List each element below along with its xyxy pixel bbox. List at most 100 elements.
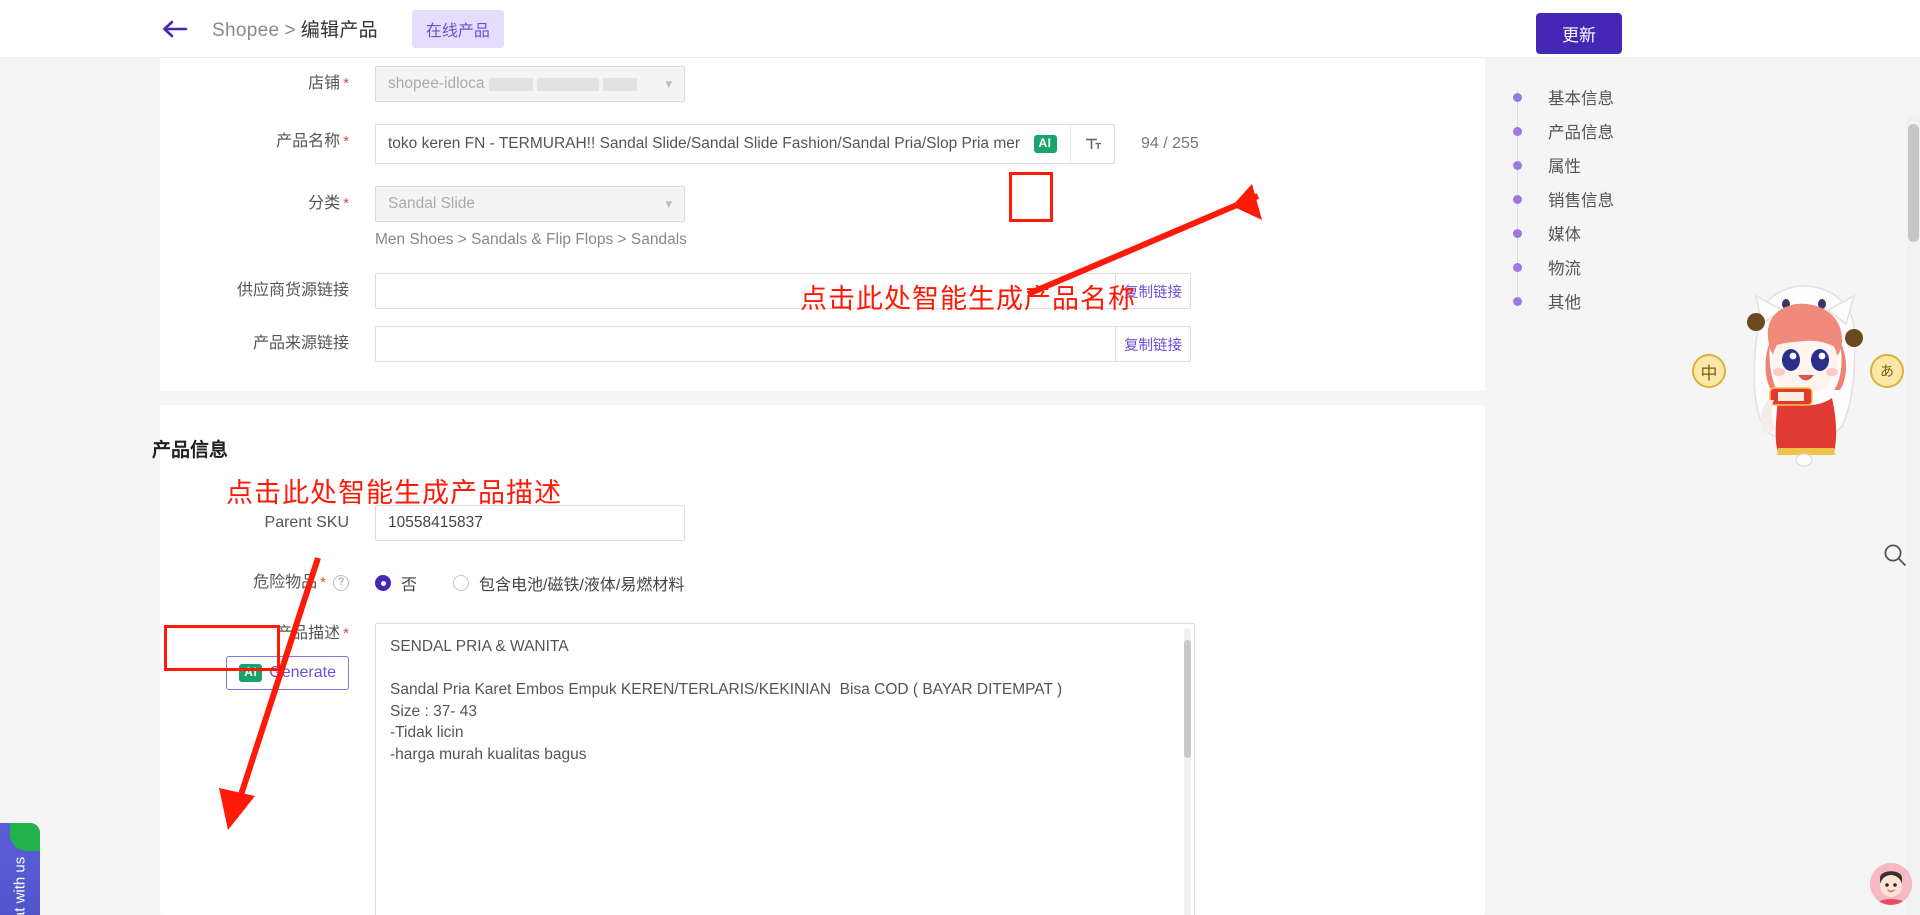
- nav-dot-icon: [1513, 297, 1522, 306]
- annotation-product-name-hint: 点击此处智能生成产品名称: [800, 277, 1136, 316]
- ai-badge-icon: AI: [239, 664, 262, 681]
- sidebar-item-other[interactable]: 其他: [1513, 284, 1713, 318]
- source-link-control: 复制链接: [375, 326, 1191, 362]
- sidebar-item-product-info[interactable]: 产品信息: [1513, 114, 1713, 148]
- nav-label: 基本信息: [1548, 85, 1614, 109]
- annotation-description-hint: 点击此处智能生成产品描述: [226, 471, 562, 510]
- description-textarea[interactable]: SENDAL PRIA & WANITA Sandal Pria Karet E…: [375, 623, 1195, 915]
- ai-generate-name-button[interactable]: AI: [1020, 125, 1070, 163]
- nav-label: 销售信息: [1548, 187, 1614, 211]
- help-icon[interactable]: ?: [333, 575, 349, 591]
- mascot-character-icon: [1706, 280, 1896, 480]
- description-control: SENDAL PRIA & WANITA Sandal Pria Karet E…: [375, 623, 1195, 915]
- product-name-input[interactable]: toko keren FN - TERMURAH!! Sandal Slide/…: [376, 135, 1020, 153]
- chat-with-us-widget[interactable]: Chat with us: [0, 823, 40, 915]
- nav-label: 其他: [1548, 289, 1581, 313]
- page-body: 店铺* shopee-idloca ▾ 产品名称*: [0, 58, 1920, 915]
- required-mark: *: [343, 625, 349, 642]
- shop-control: shopee-idloca ▾: [375, 66, 685, 102]
- sidebar-item-attributes[interactable]: 属性: [1513, 148, 1713, 182]
- description-label: 产品描述* AI Generate: [160, 623, 375, 690]
- generate-label: Generate: [269, 662, 336, 684]
- breadcrumb-current: 编辑产品: [301, 20, 378, 41]
- radio-hazardous-no[interactable]: [375, 575, 391, 591]
- field-row-hazardous: 危险物品*? 否 包含电池/磁铁/液体/易燃材料: [160, 565, 684, 601]
- supplier-link-label: 供应商货源链接: [160, 273, 375, 309]
- chat-leaf-icon: [10, 823, 40, 851]
- description-scrollbar-thumb[interactable]: [1184, 640, 1191, 758]
- update-button[interactable]: 更新: [1536, 13, 1622, 54]
- field-row-parent-sku: Parent SKU 10558415837: [160, 505, 685, 541]
- category-label: 分类*: [160, 186, 375, 222]
- category-select[interactable]: Sandal Slide ▾: [375, 186, 685, 222]
- breadcrumb-separator: >: [284, 20, 295, 41]
- shop-label: 店铺*: [160, 66, 375, 102]
- ai-generate-description-button[interactable]: AI Generate: [226, 656, 349, 690]
- redaction-block: [489, 78, 533, 91]
- ai-badge-icon: AI: [1034, 135, 1057, 152]
- language-badge-japanese[interactable]: あ: [1870, 354, 1904, 388]
- search-icon[interactable]: [1878, 538, 1912, 572]
- field-row-description: 产品描述* AI Generate SENDAL PRIA & WANITA S…: [160, 623, 1195, 915]
- support-avatar-icon[interactable]: [1870, 863, 1912, 905]
- field-row-category: 分类* Sandal Slide ▾ Men Shoes > Sandals &…: [160, 186, 687, 249]
- nav-dot-icon: [1513, 229, 1522, 238]
- required-mark: *: [343, 195, 349, 212]
- source-link-input[interactable]: [375, 326, 1115, 362]
- shop-select[interactable]: shopee-idloca ▾: [375, 66, 685, 102]
- app-header: Shopee> 编辑产品 在线产品 更新: [0, 0, 1920, 58]
- nav-dot-icon: [1513, 93, 1522, 102]
- mascot-assistant[interactable]: 中 あ: [1706, 280, 1896, 480]
- field-row-source-link: 产品来源链接 复制链接: [160, 326, 1191, 362]
- nav-dot-icon: [1513, 161, 1522, 170]
- nav-label: 物流: [1548, 255, 1581, 279]
- page-scrollbar-thumb[interactable]: [1908, 124, 1919, 242]
- radio-hazardous-yes[interactable]: [453, 575, 469, 591]
- required-mark: *: [343, 75, 349, 92]
- back-arrow-icon[interactable]: [160, 14, 190, 44]
- hazardous-label: 危险物品*?: [160, 565, 375, 601]
- nav-dot-icon: [1513, 195, 1522, 204]
- breadcrumb-shop[interactable]: Shopee: [212, 20, 279, 41]
- breadcrumb: Shopee> 编辑产品: [212, 15, 378, 42]
- nav-label: 媒体: [1548, 221, 1581, 245]
- text-format-icon[interactable]: [1070, 125, 1114, 163]
- app-root: Shopee> 编辑产品 在线产品 更新 店铺* shopee-idloca: [0, 0, 1920, 915]
- sidebar-item-basic-info[interactable]: 基本信息: [1513, 80, 1713, 114]
- redaction-block: [603, 78, 637, 91]
- status-badge: 在线产品: [412, 10, 504, 48]
- section-nav: 基本信息 产品信息 属性 销售信息 媒体 物流: [1513, 80, 1713, 318]
- chat-widget-label: Chat with us: [12, 857, 29, 915]
- parent-sku-value: 10558415837: [376, 514, 495, 532]
- shop-value: shopee-idloca: [388, 75, 485, 93]
- char-counter: 94 / 255: [1141, 135, 1199, 153]
- required-mark: *: [320, 574, 326, 591]
- chevron-down-icon: ▾: [665, 196, 672, 212]
- description-text: SENDAL PRIA & WANITA Sandal Pria Karet E…: [376, 624, 1194, 765]
- nav-dot-icon: [1513, 127, 1522, 136]
- category-control: Sandal Slide ▾ Men Shoes > Sandals & Fli…: [375, 186, 687, 249]
- sidebar-item-logistics[interactable]: 物流: [1513, 250, 1713, 284]
- parent-sku-control: 10558415837: [375, 505, 685, 541]
- product-name-label: 产品名称*: [160, 124, 375, 160]
- field-row-shop: 店铺* shopee-idloca ▾: [160, 66, 685, 102]
- hazardous-radio-group: 否 包含电池/磁铁/液体/易燃材料: [375, 565, 684, 601]
- parent-sku-input[interactable]: 10558415837: [375, 505, 685, 541]
- copy-source-link-button[interactable]: 复制链接: [1115, 326, 1191, 362]
- required-mark: *: [343, 133, 349, 150]
- product-name-control: toko keren FN - TERMURAH!! Sandal Slide/…: [375, 124, 1199, 164]
- basic-info-card: 店铺* shopee-idloca ▾ 产品名称*: [160, 58, 1485, 391]
- radio-hazardous-no-label: 否: [401, 571, 417, 595]
- language-badge-chinese[interactable]: 中: [1692, 354, 1726, 388]
- nav-label: 属性: [1548, 153, 1581, 177]
- sidebar-item-media[interactable]: 媒体: [1513, 216, 1713, 250]
- category-value: Sandal Slide: [388, 195, 475, 213]
- nav-label: 产品信息: [1548, 119, 1614, 143]
- category-path: Men Shoes > Sandals & Flip Flops > Sanda…: [375, 231, 687, 249]
- sidebar-item-sales-info[interactable]: 销售信息: [1513, 182, 1713, 216]
- parent-sku-label: Parent SKU: [160, 505, 375, 541]
- redaction-block: [537, 78, 599, 91]
- product-name-field[interactable]: toko keren FN - TERMURAH!! Sandal Slide/…: [375, 124, 1115, 164]
- chevron-down-icon: ▾: [665, 76, 672, 92]
- radio-hazardous-yes-label: 包含电池/磁铁/液体/易燃材料: [479, 571, 684, 595]
